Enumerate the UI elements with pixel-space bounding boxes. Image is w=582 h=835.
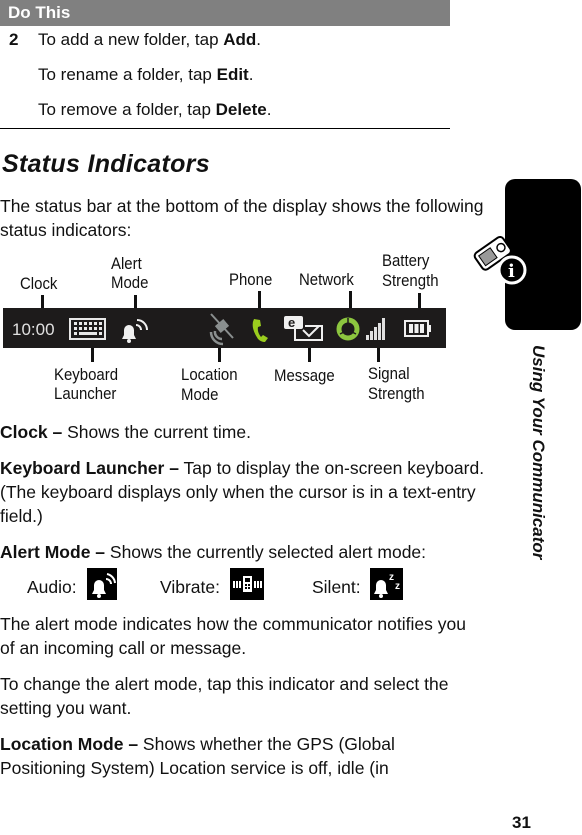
term: Clock – [0, 422, 63, 442]
label-location-2: Mode [181, 385, 219, 404]
do-this-header: Do This [0, 0, 450, 26]
punct: . [266, 100, 272, 119]
label-signal-2: Strength [368, 384, 425, 403]
punct: . [256, 30, 262, 49]
tick-keyboard [91, 348, 94, 362]
step-text: To add a new folder, tap [38, 30, 224, 49]
bell-audio-icon [87, 568, 117, 600]
label-network: Network [299, 270, 354, 289]
alert-mode-silent-label: Silent: [312, 577, 361, 597]
tick-location [218, 348, 221, 362]
vibrate-icon [230, 568, 264, 600]
label-alert-mode-1: Alert [111, 254, 142, 273]
tick-alert [134, 295, 137, 308]
tick-clock [41, 295, 44, 308]
bell-silent-icon: z z [370, 568, 403, 600]
intro-paragraph: The status bar at the bottom of the disp… [0, 196, 484, 240]
tick-battery [418, 293, 421, 308]
edit-command: Edit [216, 65, 249, 84]
tick-phone [258, 291, 261, 308]
keyboard-description: Keyboard Launcher – Tap to display the o… [0, 456, 485, 528]
tick-network [349, 291, 352, 308]
clock-description: Clock – Shows the current time. [0, 420, 485, 444]
svg-text:z: z [395, 581, 400, 592]
term: Location Mode – [0, 734, 139, 754]
label-battery-1: Battery [382, 251, 430, 270]
alert-mode-audio-label: Audio: [27, 577, 77, 597]
status-bar: 10:00 e [3, 308, 446, 348]
term: Alert Mode – [0, 542, 106, 562]
delete-command: Delete [215, 100, 267, 119]
alert-mode-vibrate-label: Vibrate: [160, 577, 220, 597]
tick-signal [377, 348, 380, 362]
step-text: To remove a folder, tap [38, 100, 216, 119]
label-battery-2: Strength [382, 271, 439, 290]
table-divider [0, 128, 450, 129]
label-alert-mode-2: Mode [111, 273, 149, 292]
term: Keyboard Launcher – [0, 458, 179, 478]
add-command: Add [223, 30, 257, 49]
label-phone: Phone [229, 270, 273, 289]
definition: Shows the current time. [62, 422, 251, 442]
step-text: To rename a folder, tap [38, 65, 217, 84]
section-title: Status Indicators [2, 150, 210, 178]
location-description: Location Mode – Shows whether the GPS (G… [0, 732, 485, 780]
page-number: 31 [512, 813, 531, 832]
tick-message [308, 348, 311, 362]
label-keyboard-1: Keyboard [54, 365, 119, 384]
step-line-add: To add a new folder, tap Add. [38, 30, 261, 50]
communicator-info-icon: i [473, 235, 527, 285]
chapter-title: Using Your Communicator [529, 345, 548, 560]
label-signal-1: Signal [368, 364, 410, 383]
label-message: Message [274, 366, 335, 385]
definition: Shows the currently selected alert mode: [105, 542, 427, 562]
alert-note: The alert mode indicates how the communi… [0, 614, 466, 658]
punct: . [248, 65, 254, 84]
step-number: 2 [9, 30, 19, 49]
svg-text:z: z [389, 572, 394, 583]
label-keyboard-2: Launcher [54, 384, 117, 403]
step-line-edit: To rename a folder, tap Edit. [38, 65, 253, 85]
alert-description: Alert Mode – Shows the currently selecte… [0, 540, 485, 564]
alert-change-instructions: To change the alert mode, tap this indic… [0, 674, 449, 718]
step-line-delete: To remove a folder, tap Delete. [38, 100, 271, 120]
svg-text:i: i [508, 261, 515, 282]
label-clock: Clock [20, 274, 58, 293]
label-location-1: Location [181, 365, 238, 384]
clock-indicator[interactable]: 10:00 [12, 320, 55, 339]
